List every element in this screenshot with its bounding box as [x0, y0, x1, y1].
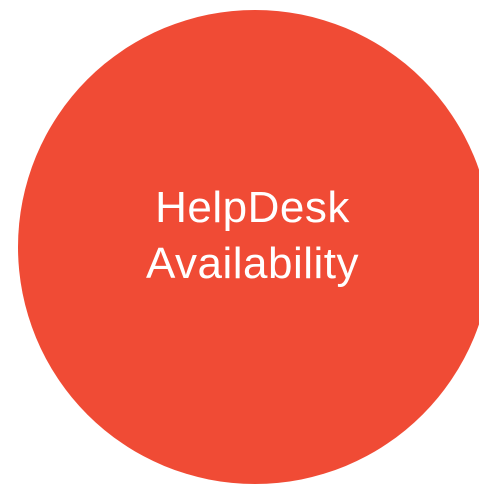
badge-label: HelpDesk Availability	[0, 180, 479, 292]
badge-canvas: HelpDesk Availability	[0, 0, 479, 484]
badge-title-line-1: HelpDesk	[155, 183, 350, 232]
badge-title-line-2: Availability	[145, 239, 360, 288]
